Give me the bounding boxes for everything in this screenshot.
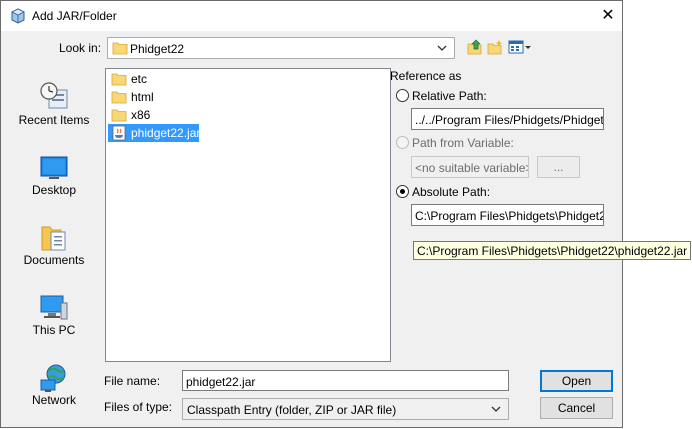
file-name: phidget22.jar [131, 126, 201, 140]
cancel-button-label: Cancel [557, 401, 596, 415]
place-label: Desktop [31, 183, 77, 197]
title-bar: Add JAR/Folder ✕ [1, 1, 622, 31]
this-pc-icon [40, 295, 68, 320]
open-button[interactable]: Open [540, 370, 613, 392]
file-name: html [131, 90, 154, 104]
chevron-down-icon [491, 406, 501, 412]
desktop-icon [40, 156, 68, 179]
variable-value: <no suitable variable> [415, 161, 529, 175]
place-label: Documents [23, 253, 85, 267]
relative-path-label: Relative Path: [412, 89, 487, 103]
path-from-variable-radio [396, 136, 409, 149]
path-from-variable-label: Path from Variable: [412, 136, 514, 150]
place-label: Network [31, 393, 76, 407]
file-name-input[interactable]: phidget22.jar [182, 370, 509, 391]
browse-variable-button: ... [537, 156, 580, 178]
variable-field: <no suitable variable> [411, 156, 529, 178]
browse-variable-label: ... [553, 160, 564, 174]
add-jar-folder-dialog: Add JAR/Folder ✕ Look in: Phidget22 Rece… [0, 0, 623, 428]
files-of-type-label: Files of type: [104, 400, 173, 414]
files-of-type-combo[interactable]: Classpath Entry (folder, ZIP or JAR file… [182, 398, 509, 420]
documents-icon [41, 226, 66, 251]
file-name-label: File name: [104, 374, 161, 388]
files-of-type-value: Classpath Entry (folder, ZIP or JAR file… [187, 403, 397, 417]
open-button-label: Open [561, 374, 592, 388]
up-one-level-icon[interactable] [467, 39, 483, 55]
absolute-path-value: C:\Program Files\Phidgets\Phidget22\phid… [415, 209, 604, 223]
radio-selected-dot [400, 189, 405, 194]
place-label: Recent Items [18, 113, 90, 127]
cancel-button[interactable]: Cancel [540, 397, 613, 419]
relative-path-radio[interactable] [396, 89, 409, 102]
folder-icon [112, 42, 128, 55]
list-item-folder-html[interactable]: html [110, 88, 170, 106]
view-menu-icon[interactable] [508, 39, 532, 55]
window-title: Add JAR/Folder [32, 9, 117, 23]
place-label: This PC [32, 323, 76, 337]
relative-path-field[interactable]: ../../Program Files/Phidgets/Phidget22/ [411, 108, 604, 130]
absolute-path-field[interactable]: C:\Program Files\Phidgets\Phidget22\phid… [411, 204, 604, 226]
netbeans-app-icon [11, 8, 25, 24]
reference-heading: Reference as [390, 69, 462, 83]
folder-icon [111, 91, 127, 104]
file-name: etc [131, 72, 148, 86]
absolute-path-radio[interactable] [396, 185, 409, 198]
new-folder-icon[interactable] [487, 39, 503, 55]
list-item-folder-etc[interactable]: etc [110, 70, 170, 88]
file-list[interactable]: etc html x86 phidget22.jar [105, 68, 391, 362]
folder-icon [111, 73, 127, 86]
network-icon [40, 364, 66, 392]
relative-path-value: ../../Program Files/Phidgets/Phidget22/ [415, 113, 604, 127]
file-name: x86 [131, 108, 151, 122]
list-item-jar-selected[interactable]: phidget22.jar [108, 124, 201, 142]
jar-file-icon [112, 125, 126, 141]
close-icon[interactable]: ✕ [599, 7, 617, 25]
chevron-down-icon [437, 45, 447, 51]
file-name-value: phidget22.jar [186, 375, 256, 389]
look-in-label: Look in: [59, 41, 102, 55]
recent-items-icon [40, 82, 68, 109]
look-in-combo[interactable]: Phidget22 [107, 37, 455, 59]
look-in-value: Phidget22 [130, 42, 185, 56]
list-item-folder-x86[interactable]: x86 [110, 106, 170, 124]
absolute-path-label: Absolute Path: [412, 185, 491, 199]
folder-icon [111, 109, 127, 122]
tooltip-text: C:\Program Files\Phidgets\Phidget22\phid… [417, 244, 688, 258]
absolute-path-tooltip: C:\Program Files\Phidgets\Phidget22\phid… [413, 241, 691, 260]
